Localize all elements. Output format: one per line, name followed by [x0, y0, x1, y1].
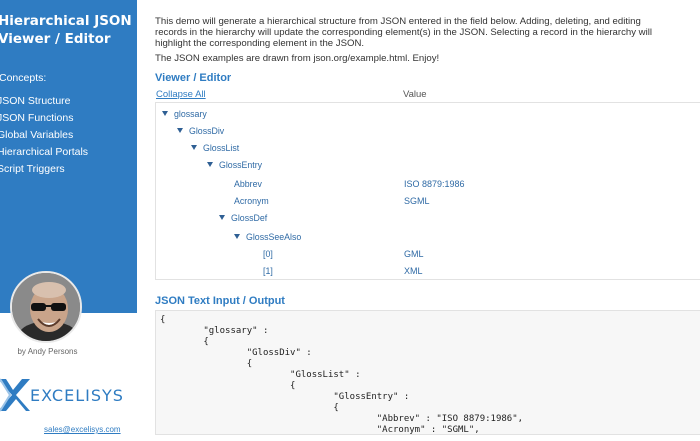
tree-row-index-0[interactable]: [0] — [263, 246, 273, 263]
intro-text: This demo will generate a hierarchical s… — [155, 16, 700, 49]
intro-line: records in the hierarchy will update the… — [155, 27, 652, 38]
nav-item-json-structure[interactable]: JSON Structure — [0, 93, 88, 110]
tree-row-acronym[interactable]: Acronym — [234, 193, 269, 210]
tree-row-glossdiv[interactable]: GlossDiv — [177, 123, 224, 140]
sales-email-link[interactable]: sales@excelisys.com — [44, 425, 121, 434]
intro-examples-note: The JSON examples are drawn from json.or… — [155, 53, 440, 64]
tree-row-label: [1] — [263, 266, 273, 276]
tree-row-glossseealso[interactable]: GlossSeeAlso — [234, 229, 301, 246]
expand-triangle-icon[interactable] — [191, 145, 197, 150]
tree-row-index-1[interactable]: [1] — [263, 263, 273, 280]
json-text-field[interactable]: { "glossary" : { "GlossDiv" : { "GlossLi… — [155, 310, 700, 435]
sidebar-panel: Hierarchical JSON Viewer / Editor Concep… — [0, 0, 137, 313]
intro-line: highlight the corresponding element in t… — [155, 38, 365, 49]
excelisys-logo[interactable]: EXCELISYS — [0, 377, 136, 413]
tree-row-glossdef[interactable]: GlossDef — [219, 210, 267, 227]
expand-triangle-icon[interactable] — [162, 111, 168, 116]
tree-row-label: [0] — [263, 249, 273, 259]
expand-triangle-icon[interactable] — [234, 234, 240, 239]
sidebar-title-line1: Hierarchical JSON — [0, 13, 132, 29]
tree-value-index-0[interactable]: GML — [404, 246, 424, 263]
tree-row-glossentry[interactable]: GlossEntry — [207, 157, 262, 174]
json-text-content[interactable]: { "glossary" : { "GlossDiv" : { "GlossLi… — [160, 315, 523, 434]
sidebar-title: Hierarchical JSON Viewer / Editor — [0, 12, 137, 48]
main-content: This demo will generate a hierarchical s… — [155, 0, 700, 441]
expand-triangle-icon[interactable] — [207, 162, 213, 167]
concepts-label: Concepts: — [0, 72, 47, 84]
value-column-header: Value — [403, 89, 427, 100]
excelisys-logo-icon — [0, 378, 30, 412]
nav-item-json-functions[interactable]: JSON Functions — [0, 110, 88, 127]
tree-value-acronym[interactable]: SGML — [404, 193, 430, 210]
nav-item-global-variables[interactable]: Global Variables — [0, 127, 88, 144]
nav-item-hierarchical-portals[interactable]: Hierarchical Portals — [0, 144, 88, 161]
tree-row-label: GlossDef — [231, 213, 268, 223]
viewer-editor-heading: Viewer / Editor — [155, 72, 232, 84]
tree-value-index-1[interactable]: XML — [404, 263, 423, 280]
tree-row-label: Acronym — [234, 196, 269, 206]
author-avatar — [10, 271, 82, 343]
tree-row-label: glossary — [174, 109, 207, 119]
tree-row-label: GlossList — [203, 143, 240, 153]
expand-triangle-icon[interactable] — [177, 128, 183, 133]
concepts-nav: JSON Structure JSON Functions Global Var… — [0, 93, 88, 178]
tree-row-label: GlossEntry — [219, 160, 263, 170]
tree-value-abbrev[interactable]: ISO 8879:1986 — [404, 176, 465, 193]
sidebar: Hierarchical JSON Viewer / Editor Concep… — [0, 0, 137, 441]
intro-line: This demo will generate a hierarchical s… — [155, 16, 641, 27]
excelisys-logo-text: EXCELISYS — [30, 386, 124, 405]
json-text-heading: JSON Text Input / Output — [155, 295, 285, 307]
tree-row-label: Abbrev — [234, 179, 262, 189]
tree-row-glossary[interactable]: glossary — [162, 106, 207, 123]
hierarchy-portal[interactable]: glossary GlossDiv GlossList GlossEntry A… — [155, 102, 700, 280]
tree-row-glosslist[interactable]: GlossList — [191, 140, 239, 157]
tree-row-label: GlossSeeAlso — [246, 232, 302, 242]
sidebar-title-line2: Viewer / Editor — [0, 31, 111, 47]
collapse-all-link[interactable]: Collapse All — [156, 89, 206, 100]
nav-item-script-triggers[interactable]: Script Triggers — [0, 161, 88, 178]
expand-triangle-icon[interactable] — [219, 215, 225, 220]
author-byline: by Andy Persons — [17, 347, 78, 356]
tree-row-abbrev[interactable]: Abbrev — [234, 176, 262, 193]
tree-row-label: GlossDiv — [189, 126, 225, 136]
